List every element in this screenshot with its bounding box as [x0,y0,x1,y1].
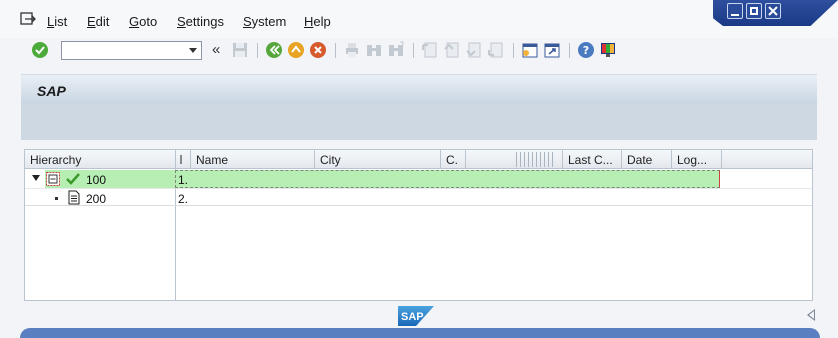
shortcut-icon[interactable] [543,41,561,59]
back-icon[interactable] [265,41,283,59]
grid-header: Hierarchy Name City C. Last C... Date Lo… [25,150,812,169]
column-header-name[interactable]: Name [191,150,315,169]
column-header-blank[interactable] [466,150,563,169]
customize-layout-icon[interactable] [599,41,617,59]
hierarchy-tree-grid: Hierarchy Name City C. Last C... Date Lo… [24,149,813,301]
save-icon[interactable] [231,41,249,59]
collapse-command-icon[interactable]: « [212,41,220,58]
exit-icon[interactable] [287,41,305,59]
first-page-icon[interactable] [421,41,439,59]
chevron-down-icon[interactable] [189,48,197,53]
row-id: 100 [86,173,107,187]
row-name: 1. [178,173,189,187]
sap-logo: SAP [398,306,434,326]
expand-toggle-icon[interactable] [32,175,40,181]
help-icon[interactable]: ? [577,41,595,59]
minimize-button[interactable] [727,3,743,19]
menu-list[interactable]: List [47,14,67,29]
check-icon [66,173,80,185]
application-toolbar [21,104,817,140]
cancel-icon[interactable] [309,41,327,59]
tree-leaf-dot-icon [55,197,58,200]
table-row[interactable]: 100 1. [25,170,812,188]
column-header-marker[interactable] [176,150,191,169]
menu-edit[interactable]: Edit [87,14,109,29]
maximize-button[interactable] [746,3,762,19]
folder-open-icon [46,172,60,186]
menu-exit-icon[interactable] [20,12,36,26]
window-controls [713,0,838,26]
menu-system[interactable]: System [243,14,286,29]
create-session-icon[interactable] [521,41,539,59]
enter-check-icon[interactable] [31,41,49,59]
column-header-log[interactable]: Log... [672,150,722,169]
previous-page-icon[interactable] [443,41,461,59]
last-page-icon[interactable] [487,41,505,59]
svg-text:SAP: SAP [401,311,424,323]
close-icon [768,6,778,16]
find-icon[interactable] [365,41,383,59]
row-name: 2. [178,192,189,206]
table-row[interactable]: 200 2. [25,188,812,206]
status-bar [20,328,820,338]
page-title: SAP [37,83,66,99]
row-highlight [175,170,720,188]
menu-help[interactable]: Help [304,14,331,29]
row-divider [25,205,812,206]
title-bar: SAP [21,74,817,104]
column-header-c[interactable]: C. [441,150,466,169]
document-icon [68,190,80,205]
svg-text:?: ? [583,44,589,57]
status-bar-toggle-icon[interactable] [807,309,815,321]
column-header-city[interactable]: City [315,150,441,169]
close-button[interactable] [765,3,781,19]
find-next-icon[interactable] [387,41,405,59]
standard-toolbar: « ? [0,38,838,66]
column-header-last-changed[interactable]: Last C... [563,150,622,169]
next-page-icon[interactable] [465,41,483,59]
column-header-hierarchy[interactable]: Hierarchy [25,150,176,169]
print-icon[interactable] [343,41,361,59]
command-field[interactable] [61,41,202,60]
menu-bar: List Edit Goto Settings System Help [0,0,838,38]
row-highlight-tree [45,170,175,188]
menu-goto[interactable]: Goto [129,14,157,29]
column-header-date[interactable]: Date [622,150,672,169]
row-id: 200 [86,192,107,206]
menu-settings[interactable]: Settings [177,14,224,29]
